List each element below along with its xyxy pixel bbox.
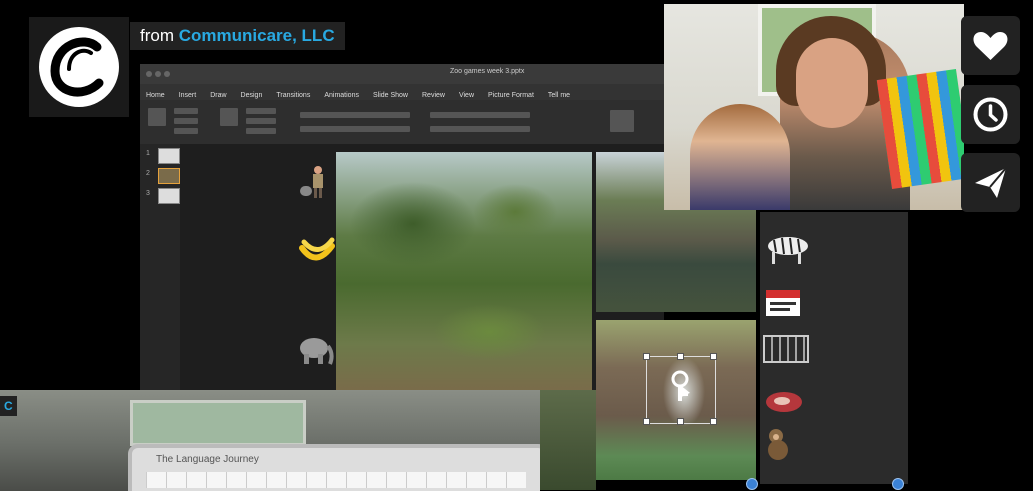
tab-design[interactable]: Design [241, 92, 263, 99]
webcam-video-feed [664, 4, 964, 210]
watch-later-button[interactable] [961, 85, 1020, 144]
slide-photo-strip [540, 390, 596, 490]
tab-transitions[interactable]: Transitions [276, 92, 310, 99]
format-painter-button[interactable] [174, 128, 198, 134]
laptop-screen-grid [146, 472, 526, 488]
bananas-clipart-icon[interactable] [296, 234, 336, 270]
alignment-controls[interactable] [430, 126, 530, 132]
tab-draw[interactable]: Draw [210, 92, 226, 99]
paragraph-controls[interactable] [430, 112, 530, 118]
keep-out-sign-icon[interactable] [760, 286, 820, 322]
layout-button[interactable] [246, 108, 276, 114]
section-button[interactable] [246, 128, 276, 134]
channel-logo[interactable] [29, 17, 129, 117]
font-format-controls[interactable] [300, 126, 410, 132]
heart-icon [973, 32, 1008, 60]
presenter-face [796, 38, 868, 128]
secondary-video-window [130, 400, 306, 446]
cage-clipart-icon[interactable] [760, 330, 820, 366]
elephant-clipart-icon[interactable] [296, 332, 336, 368]
channel-logo-c-icon [39, 27, 119, 107]
resize-handle[interactable] [710, 418, 717, 425]
ppt-ribbon-tabs: Home Insert Draw Design Transitions Animation… [140, 84, 664, 100]
tab-insert[interactable]: Insert [179, 92, 197, 99]
meat-clipart-icon[interactable] [760, 384, 820, 420]
monkey-clipart-icon[interactable] [760, 426, 820, 462]
clock-icon [973, 97, 1008, 132]
tab-review[interactable]: Review [422, 92, 445, 99]
font-controls[interactable] [300, 112, 410, 118]
slide-thumbnail-selected[interactable] [158, 168, 180, 184]
zebra-clipart-icon[interactable] [760, 230, 820, 266]
communication-board [876, 68, 964, 190]
reset-button[interactable] [246, 118, 276, 124]
paper-plane-icon [975, 167, 1007, 198]
sticker-panel [760, 212, 908, 484]
ppt-window-title: Zoo games week 3.pptx [450, 68, 525, 75]
maximize-window-icon[interactable] [164, 71, 170, 77]
tab-picture-format[interactable]: Picture Format [488, 92, 534, 99]
secondary-video-feed: C The Language Journey [0, 390, 540, 491]
resize-handle[interactable] [710, 353, 717, 360]
slide-number: 2 [146, 170, 150, 177]
new-slide-icon[interactable] [220, 108, 238, 126]
tab-home[interactable]: Home [146, 92, 165, 99]
resize-handle[interactable] [677, 418, 684, 425]
resize-handle[interactable] [643, 418, 650, 425]
slide-number: 1 [146, 150, 150, 157]
paste-icon[interactable] [148, 108, 166, 126]
slide-thumbnail-pane: 1 2 3 [140, 144, 180, 390]
like-button[interactable] [961, 16, 1020, 75]
channel-owner-link[interactable]: Communicare, LLC [179, 26, 335, 45]
slide-thumbnail[interactable] [158, 188, 180, 204]
share-button[interactable] [961, 153, 1020, 212]
slide-number: 3 [146, 190, 150, 197]
tab-slide-show[interactable]: Slide Show [373, 92, 408, 99]
zookeeper-clipart-icon[interactable] [296, 164, 336, 200]
scrub-marker[interactable] [746, 478, 758, 490]
tab-view[interactable]: View [459, 92, 474, 99]
slide-thumbnail[interactable] [158, 148, 180, 164]
tab-tell-me[interactable]: Tell me [548, 92, 570, 99]
copy-button[interactable] [174, 118, 198, 124]
resize-handle[interactable] [643, 353, 650, 360]
laptop-screen-text: The Language Journey [156, 454, 259, 465]
tab-animations[interactable]: Animations [324, 92, 359, 99]
scrub-marker[interactable] [892, 478, 904, 490]
child-in-webcam [690, 104, 790, 210]
close-window-icon[interactable] [146, 71, 152, 77]
byline-from: from [140, 26, 174, 45]
ppt-titlebar: Zoo games week 3.pptx [140, 64, 664, 84]
video-byline: from Communicare, LLC [130, 22, 345, 50]
ppt-ribbon-toolbar [140, 100, 664, 145]
cut-button[interactable] [174, 108, 198, 114]
convert-to-smartart-icon[interactable] [610, 110, 634, 132]
resize-handle[interactable] [677, 353, 684, 360]
slide-photo-jungle[interactable] [336, 152, 592, 392]
secondary-video-badge: C [0, 396, 17, 416]
minimize-window-icon[interactable] [155, 71, 161, 77]
